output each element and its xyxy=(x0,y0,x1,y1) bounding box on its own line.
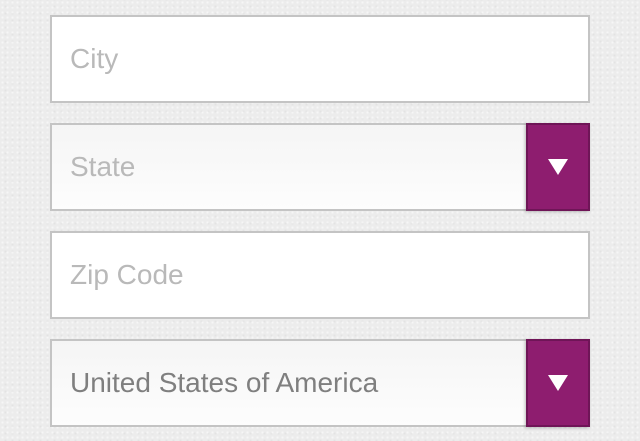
triangle-down-icon xyxy=(548,375,568,391)
state-dropdown-button[interactable] xyxy=(526,123,590,211)
country-dropdown-button[interactable] xyxy=(526,339,590,427)
country-select-value: United States of America xyxy=(70,367,379,398)
zip-code-input[interactable] xyxy=(52,233,588,317)
state-select-placeholder: State xyxy=(70,151,136,182)
address-form: State United States of America xyxy=(50,15,590,427)
city-input[interactable] xyxy=(52,17,588,101)
country-select[interactable]: United States of America xyxy=(50,339,590,427)
city-field xyxy=(50,15,590,103)
triangle-down-icon xyxy=(548,159,568,175)
state-select[interactable]: State xyxy=(50,123,590,211)
zip-code-field xyxy=(50,231,590,319)
